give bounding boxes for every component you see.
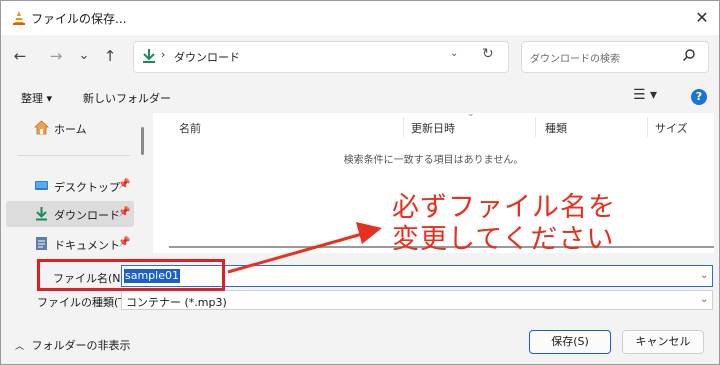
empty-message: 検索条件に一致する項目はありません。: [343, 155, 524, 166]
save-button[interactable]: 保存(S): [529, 330, 611, 354]
up-button[interactable]: ↑: [99, 45, 121, 67]
filetype-select[interactable]: コンテナー (*.mp3) ⌄: [121, 290, 713, 310]
breadcrumb-downloads[interactable]: ダウンロード: [174, 49, 240, 65]
filetype-label: ファイルの種類(T):: [37, 296, 134, 309]
annotation-line-2: 変更してください: [392, 224, 615, 255]
pin-icon: 📌: [118, 207, 131, 218]
column-header-modified[interactable]: 更新日時: [411, 120, 455, 136]
new-folder-button[interactable]: 新しいフォルダー: [83, 90, 171, 106]
pin-icon: 📌: [118, 179, 131, 190]
sidebar-item-desktop[interactable]: デスクトップ 📌: [6, 173, 134, 199]
filetype-value: コンテナー (*.mp3): [126, 296, 227, 309]
sidebar-item-label: デスクトップ: [54, 181, 120, 194]
back-button[interactable]: ←: [9, 45, 31, 67]
sidebar-item-label: ホーム: [54, 123, 87, 136]
address-bar[interactable]: › ダウンロード ⌄ ↻: [133, 41, 509, 73]
hide-folders-button[interactable]: ︿ フォルダーの非表示: [15, 337, 131, 353]
title-bar: ファイルの保存... ✕: [1, 1, 719, 35]
column-header-size[interactable]: サイズ: [655, 120, 688, 136]
cancel-button[interactable]: キャンセル: [622, 330, 704, 354]
sidebar-item-documents[interactable]: ドキュメント 📌: [6, 231, 134, 257]
sort-indicator-icon: ⌄: [467, 109, 475, 119]
forward-button[interactable]: →: [45, 45, 67, 67]
search-icon[interactable]: [682, 48, 696, 62]
search-input[interactable]: ダウンロードの検索: [521, 41, 709, 73]
chevron-up-icon: ︿: [15, 342, 25, 352]
sidebar-item-downloads[interactable]: ダウンロード 📌: [6, 201, 134, 227]
column-divider: [647, 117, 648, 137]
annotation-text: 必ずファイル名を 変更してください: [392, 192, 616, 256]
refresh-icon[interactable]: ↻: [482, 46, 494, 62]
command-bar: 整理 ▾ 新しいフォルダー ☰ ▾ ?: [1, 83, 719, 111]
chevron-down-icon[interactable]: ⌄: [450, 48, 458, 59]
organize-button[interactable]: 整理 ▾: [21, 90, 52, 106]
chevron-down-icon[interactable]: ⌄: [700, 294, 708, 305]
recent-locations-button[interactable]: ⌄: [73, 45, 95, 67]
sidebar-item-home[interactable]: ホーム: [6, 115, 134, 141]
home-icon: [34, 120, 49, 135]
highlight-box: [37, 259, 225, 291]
save-dialog: ファイルの保存... ✕ ← → ⌄ ↑ › ダウンロード ⌄ ↻ ダウンロード…: [0, 0, 720, 365]
chevron-down-icon[interactable]: ⌄: [700, 270, 708, 281]
view-options-button[interactable]: ☰ ▾: [633, 87, 657, 103]
column-header-type[interactable]: 種類: [545, 120, 567, 136]
desktop-icon: [35, 181, 48, 190]
navigation-pane: ホーム デスクトップ 📌 ダウンロード 📌 ドキュメント 📌: [6, 113, 148, 259]
search-placeholder: ダウンロードの検索: [530, 54, 620, 65]
download-icon: [143, 49, 155, 63]
help-icon[interactable]: ?: [691, 89, 707, 105]
vlc-cone-icon: [13, 11, 25, 25]
sidebar-item-label: ダウンロード: [54, 209, 120, 222]
close-button[interactable]: ✕: [689, 6, 715, 30]
document-icon: [36, 237, 47, 250]
column-divider: [403, 117, 404, 137]
pin-icon: 📌: [118, 237, 131, 248]
download-icon: [36, 207, 47, 221]
annotation-line-1: 必ずファイル名を: [392, 192, 616, 223]
sidebar-scrollbar[interactable]: [141, 127, 144, 155]
breadcrumb-separator: ›: [161, 48, 166, 61]
sidebar-item-label: ドキュメント: [54, 239, 120, 252]
column-divider: [535, 117, 536, 137]
window-title: ファイルの保存...: [31, 12, 127, 26]
column-header-name[interactable]: 名前: [179, 120, 201, 136]
sidebar-divider: [18, 155, 130, 156]
hide-folders-label: フォルダーの非表示: [31, 339, 131, 352]
